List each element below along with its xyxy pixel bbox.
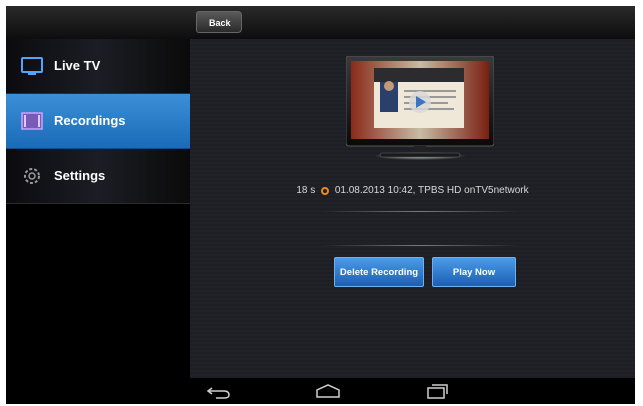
back-icon[interactable] <box>204 382 234 400</box>
system-nav-bar <box>6 378 635 404</box>
device-screen: Back Live TV Recordings Settings 18 s 01… <box>6 6 635 404</box>
recent-apps-icon[interactable] <box>422 382 452 400</box>
duration-text: 18 s <box>296 185 316 196</box>
recording-thumbnail[interactable] <box>346 56 494 166</box>
sidebar-item-recordings[interactable]: Recordings <box>6 94 190 149</box>
recording-details: 01.08.2013 10:42, TPBS HD onTV5network <box>334 185 529 196</box>
sidebar-item-label: Recordings <box>54 113 126 128</box>
delete-recording-button[interactable]: Delete Recording <box>334 257 424 287</box>
film-icon <box>21 112 43 130</box>
back-button[interactable]: Back <box>196 11 242 33</box>
sidebar-item-live-tv[interactable]: Live TV <box>6 39 190 94</box>
recording-detail-panel: 18 s 01.08.2013 10:42, TPBS HD onTV5netw… <box>190 39 635 378</box>
clock-icon <box>321 187 330 195</box>
sidebar: Live TV Recordings Settings <box>6 39 190 378</box>
recording-info: 18 s 01.08.2013 10:42, TPBS HD onTV5netw… <box>190 185 635 196</box>
divider <box>320 211 520 212</box>
gear-icon <box>24 168 40 184</box>
play-now-button[interactable]: Play Now <box>432 257 516 287</box>
sidebar-item-label: Settings <box>54 168 106 183</box>
divider <box>320 245 520 246</box>
sidebar-item-settings[interactable]: Settings <box>6 149 190 204</box>
tv-icon <box>21 57 43 75</box>
sidebar-item-label: Live TV <box>54 58 101 73</box>
top-bar: Back <box>6 6 635 40</box>
home-icon[interactable] <box>313 382 343 400</box>
